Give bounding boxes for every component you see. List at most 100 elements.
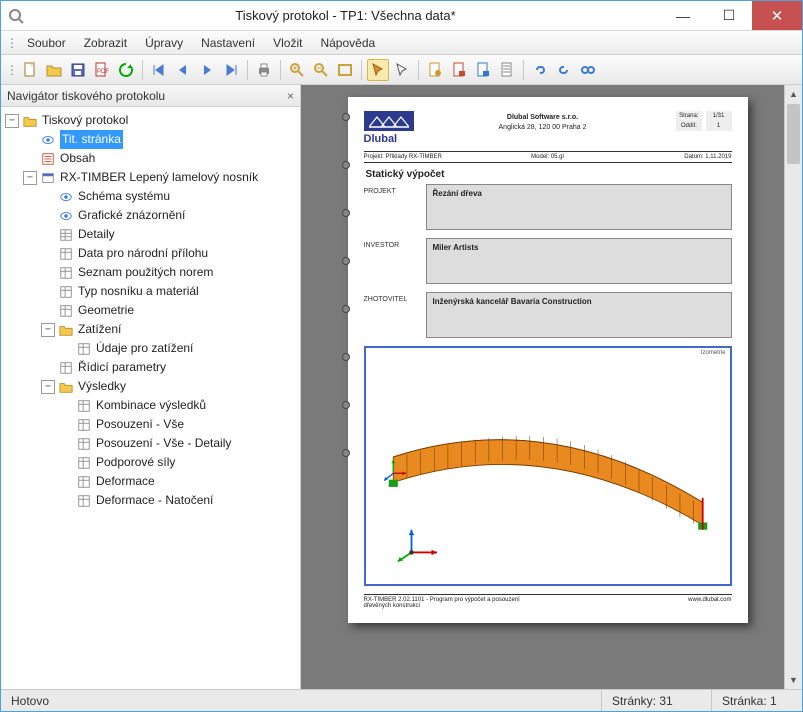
page-subheader: Projekt: Příklady RX-TIMBER Model: 05.gl… bbox=[364, 152, 732, 163]
menu-vlozit[interactable]: Vložit bbox=[265, 34, 310, 52]
doc-d-button[interactable] bbox=[496, 59, 518, 81]
tree-item-podporove-sily[interactable]: Podporové síly bbox=[5, 453, 298, 472]
doc-a-button[interactable] bbox=[424, 59, 446, 81]
tree-item-vysledky[interactable]: −Výsledky bbox=[5, 377, 298, 396]
table-icon bbox=[58, 227, 74, 243]
expand-toggle[interactable]: − bbox=[41, 323, 55, 337]
doc-c-button[interactable] bbox=[472, 59, 494, 81]
open-button[interactable] bbox=[43, 59, 65, 81]
tree-item-geometrie[interactable]: Geometrie bbox=[5, 301, 298, 320]
eye-icon bbox=[58, 208, 74, 224]
link-c-button[interactable] bbox=[577, 59, 599, 81]
expand-toggle[interactable]: − bbox=[5, 114, 19, 128]
new-button[interactable] bbox=[19, 59, 41, 81]
content-area: Navigátor tiskového protokolu × − Tiskov… bbox=[1, 85, 802, 689]
preview-viewport[interactable]: Dlubal Dlubal Software s.r.o. Anglická 2… bbox=[301, 85, 784, 689]
module-icon bbox=[40, 170, 56, 186]
tree-item-posouzeni-detaily[interactable]: Posouzení - Vše - Detaily bbox=[5, 434, 298, 453]
close-button[interactable]: ✕ bbox=[752, 1, 802, 30]
nav-prev-button[interactable] bbox=[172, 59, 194, 81]
pointer-button[interactable] bbox=[391, 59, 413, 81]
table-icon bbox=[76, 436, 92, 452]
tree-item-schema[interactable]: Schéma systému bbox=[5, 187, 298, 206]
zoom-in-button[interactable] bbox=[286, 59, 308, 81]
refresh-button[interactable] bbox=[115, 59, 137, 81]
tree-item-obsah[interactable]: Obsah bbox=[5, 149, 298, 168]
export-pdf-button[interactable]: PDF bbox=[91, 59, 113, 81]
tree-item-rx-timber[interactable]: − RX-TIMBER Lepený lamelový nosník bbox=[5, 168, 298, 187]
tree-item-udaje-zatizeni[interactable]: Údaje pro zatížení bbox=[5, 339, 298, 358]
status-pages: Stránky: 31 bbox=[602, 690, 712, 711]
maximize-button[interactable]: ☐ bbox=[706, 1, 752, 30]
window-title: Tiskový protokol - TP1: Všechna data* bbox=[31, 8, 660, 23]
menu-bar: ⋮ Soubor Zobrazit Úpravy Nastavení Vloži… bbox=[1, 31, 802, 55]
print-button[interactable] bbox=[253, 59, 275, 81]
scroll-down-button[interactable]: ▼ bbox=[785, 671, 802, 689]
link-a-button[interactable] bbox=[529, 59, 551, 81]
minimize-button[interactable]: — bbox=[660, 1, 706, 30]
status-bar: Hotovo Stránky: 31 Stránka: 1 bbox=[1, 689, 802, 711]
scroll-thumb[interactable] bbox=[787, 104, 800, 164]
tree-item-seznam-norem[interactable]: Seznam použitých norem bbox=[5, 263, 298, 282]
menu-nastaveni[interactable]: Nastavení bbox=[193, 34, 263, 52]
menu-grip-icon: ⋮ bbox=[7, 36, 17, 50]
company-logo: Dlubal bbox=[364, 111, 424, 145]
menu-zobrazit[interactable]: Zobrazit bbox=[76, 34, 135, 52]
tree-item-typ-nosniku[interactable]: Typ nosníku a materiál bbox=[5, 282, 298, 301]
toolbar: ⋮ PDF bbox=[1, 55, 802, 85]
expand-toggle[interactable]: − bbox=[23, 171, 37, 185]
scroll-up-button[interactable]: ▲ bbox=[785, 85, 802, 103]
table-icon bbox=[76, 455, 92, 471]
page-meta: Strana: 1/31 Oddíl: 1 bbox=[662, 111, 732, 131]
eye-icon bbox=[40, 132, 56, 148]
block-projekt: PROJEKT Řezání dřeva bbox=[364, 184, 732, 230]
tree-item-data-narodni[interactable]: Data pro národní přílohu bbox=[5, 244, 298, 263]
link-b-button[interactable] bbox=[553, 59, 575, 81]
save-button[interactable] bbox=[67, 59, 89, 81]
navigator-header: Navigátor tiskového protokolu × bbox=[1, 85, 300, 107]
table-icon bbox=[76, 417, 92, 433]
doc-b-button[interactable] bbox=[448, 59, 470, 81]
navigator-tree[interactable]: − Tiskový protokol Tit. stránka Obsah − bbox=[1, 107, 300, 689]
nav-next-button[interactable] bbox=[196, 59, 218, 81]
nav-last-button[interactable] bbox=[220, 59, 242, 81]
app-window: Tiskový protokol - TP1: Všechna data* — … bbox=[0, 0, 803, 712]
selection-mode-button[interactable] bbox=[367, 59, 389, 81]
tree-item-graficke[interactable]: Grafické znázornění bbox=[5, 206, 298, 225]
title-bar: Tiskový protokol - TP1: Všechna data* — … bbox=[1, 1, 802, 31]
status-page: Stránka: 1 bbox=[712, 690, 802, 711]
folder-icon bbox=[22, 113, 38, 129]
expand-toggle[interactable]: − bbox=[41, 380, 55, 394]
tree-item-posouzeni-vse[interactable]: Posouzení - Vše bbox=[5, 415, 298, 434]
zoom-out-button[interactable] bbox=[310, 59, 332, 81]
tree-item-deformace-natoceni[interactable]: Deformace - Natočení bbox=[5, 491, 298, 510]
window-buttons: — ☐ ✕ bbox=[660, 1, 802, 30]
tree-item-tit-stranka[interactable]: Tit. stránka bbox=[5, 130, 298, 149]
menu-soubor[interactable]: Soubor bbox=[19, 34, 74, 52]
company-info: Dlubal Software s.r.o. Anglická 28, 120 … bbox=[432, 111, 654, 133]
tree-root[interactable]: − Tiskový protokol bbox=[5, 111, 298, 130]
table-icon bbox=[76, 398, 92, 414]
app-icon bbox=[1, 8, 31, 24]
folder-icon bbox=[58, 379, 74, 395]
zoom-fit-button[interactable] bbox=[334, 59, 356, 81]
tree-item-ridici-param[interactable]: Řídicí parametry bbox=[5, 358, 298, 377]
toolbar-separator bbox=[523, 60, 524, 80]
navigator-close-button[interactable]: × bbox=[287, 89, 294, 103]
toolbar-separator bbox=[280, 60, 281, 80]
vertical-scrollbar[interactable]: ▲ ▼ bbox=[784, 85, 802, 689]
toolbar-grip-icon: ⋮ bbox=[7, 63, 17, 77]
toolbar-separator bbox=[247, 60, 248, 80]
table-icon bbox=[58, 303, 74, 319]
navigator-title: Navigátor tiskového protokolu bbox=[7, 89, 165, 103]
table-icon bbox=[58, 360, 74, 376]
menu-upravy[interactable]: Úpravy bbox=[137, 34, 191, 52]
tree-item-kombinace[interactable]: Kombinace výsledků bbox=[5, 396, 298, 415]
table-icon bbox=[58, 284, 74, 300]
tree-item-zatizeni[interactable]: −Zatížení bbox=[5, 320, 298, 339]
isometric-diagram: Izometrie bbox=[364, 346, 732, 586]
tree-item-deformace[interactable]: Deformace bbox=[5, 472, 298, 491]
menu-napoveda[interactable]: Nápověda bbox=[312, 34, 383, 52]
tree-item-detaily[interactable]: Detaily bbox=[5, 225, 298, 244]
nav-first-button[interactable] bbox=[148, 59, 170, 81]
